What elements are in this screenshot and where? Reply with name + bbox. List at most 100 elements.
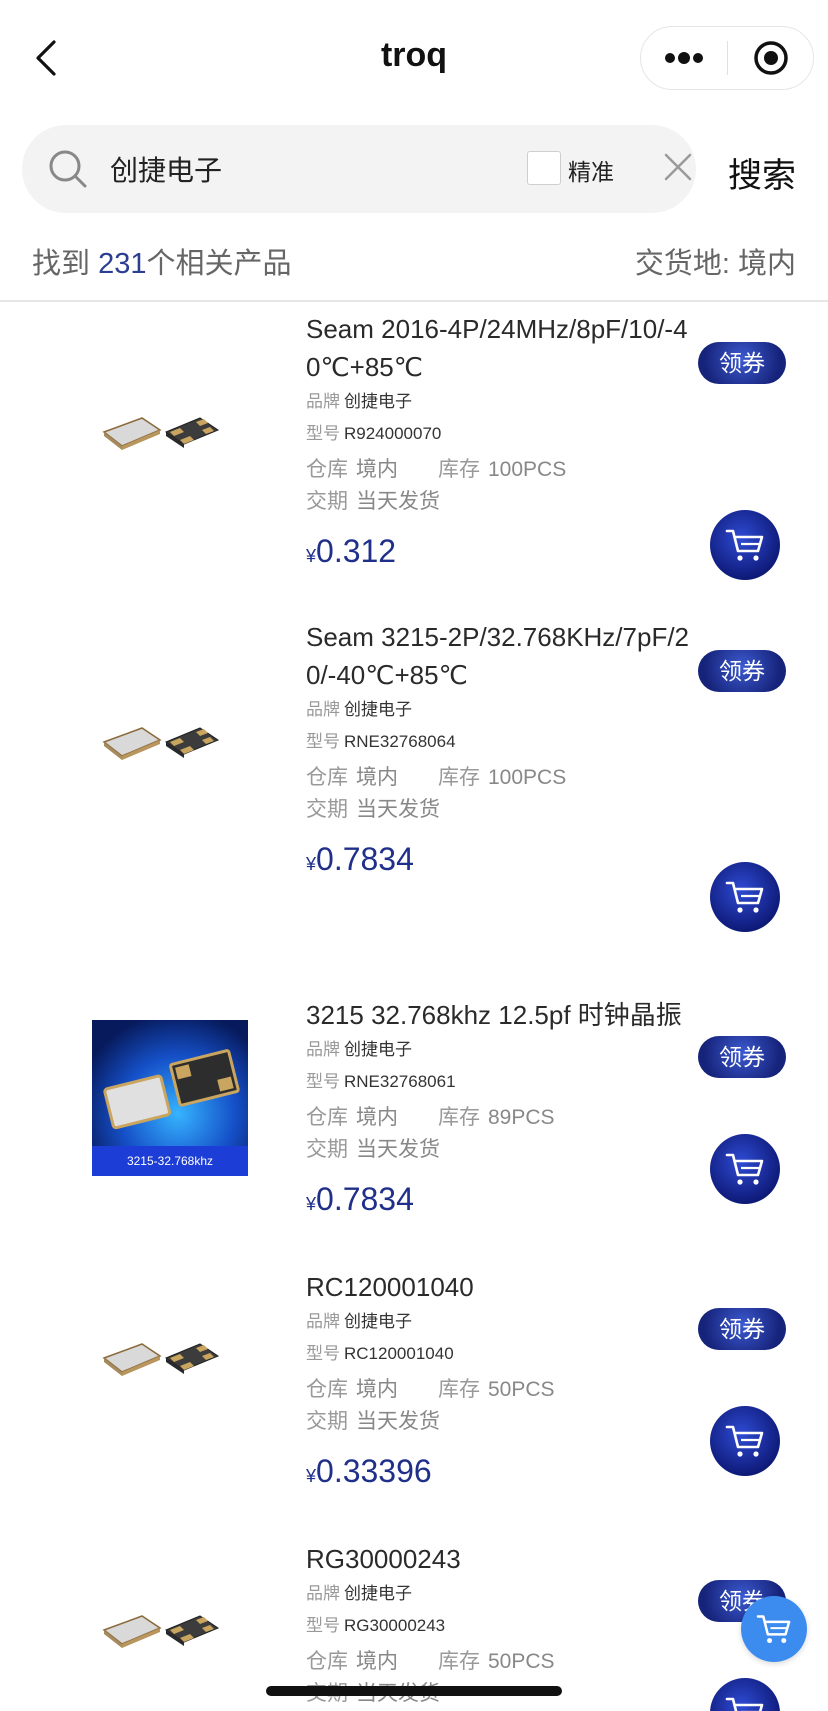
currency-symbol: ¥: [306, 546, 317, 566]
model-label: 型号: [306, 1616, 340, 1635]
product-info: RC120001040 品牌 创捷电子 型号 RC120001040 仓库 境内 库存 5…: [306, 1268, 706, 1501]
stock-label: 库存: [438, 458, 480, 481]
price-value: 0.7834: [316, 1181, 414, 1217]
stock-label: 库存: [438, 1650, 480, 1673]
brand-value: 创捷电子: [344, 700, 412, 719]
search-button[interactable]: 搜索: [728, 148, 796, 197]
price-value: 0.312: [316, 533, 397, 569]
product-price: ¥0.33396: [306, 1446, 706, 1501]
currency-symbol: ¥: [306, 1466, 317, 1486]
product-banner-image: 3215-32.768khz: [92, 1020, 248, 1176]
model-value: RC120001040: [344, 1344, 454, 1363]
stock-value: 50PCS: [488, 1650, 555, 1673]
lead-time-value: 当天发货: [356, 490, 440, 513]
cart-icon: [725, 529, 764, 561]
results-summary-bar: 找到 231个相关产品 交货地: 境内: [0, 232, 828, 302]
stock-value: 100PCS: [488, 766, 567, 789]
results-number: 231: [98, 248, 147, 280]
delivery-label: 交货地:: [634, 248, 730, 280]
crystal-oscillator-image: [102, 1343, 220, 1376]
product-brand: 品牌 创捷电子: [306, 1578, 706, 1610]
cart-icon: [725, 881, 764, 913]
close-mini-program-button[interactable]: [728, 27, 814, 89]
lead-time-row: 交期当天发货: [306, 1134, 706, 1166]
delivery-value: 境内: [737, 248, 796, 280]
search-bar: 精准: [22, 125, 696, 213]
crystal-oscillator-image: [102, 727, 220, 760]
product-name[interactable]: RG30000243: [306, 1540, 706, 1578]
product-name[interactable]: RC120001040: [306, 1268, 706, 1306]
brand-value: 创捷电子: [344, 1040, 412, 1059]
price-value: 0.33396: [316, 1453, 432, 1489]
crystal-oscillator-image: [102, 1615, 220, 1648]
warehouse-stock-row: 仓库 境内 库存 50PCS: [306, 1374, 706, 1406]
lead-time-row: 交期当天发货: [306, 486, 706, 518]
warehouse-value: 境内: [356, 766, 398, 789]
exact-match-label: 精准: [568, 159, 614, 185]
mini-program-capsule: [640, 26, 814, 90]
model-value: RNE32768061: [344, 1072, 456, 1091]
lead-time-label: 交期: [306, 1410, 348, 1433]
more-button[interactable]: [641, 27, 727, 89]
product-name[interactable]: Seam 2016-4P/24MHz/8pF/10/-40℃+85℃: [306, 310, 706, 386]
coupon-button[interactable]: 领券: [698, 342, 786, 384]
warehouse-value: 境内: [356, 1106, 398, 1129]
image-caption: 3215-32.768khz: [92, 1146, 248, 1176]
currency-symbol: ¥: [306, 854, 317, 874]
product-name[interactable]: Seam 3215-2P/32.768KHz/7pF/20/-40℃+85℃: [306, 618, 706, 694]
warehouse-stock-row: 仓库 境内 库存 100PCS: [306, 454, 706, 486]
search-icon: [49, 150, 87, 188]
add-to-cart-button[interactable]: [710, 1134, 780, 1204]
warehouse-value: 境内: [356, 1378, 398, 1401]
add-to-cart-button[interactable]: [710, 510, 780, 580]
product-model: 型号 RC120001040: [306, 1338, 706, 1370]
warehouse-label: 仓库: [306, 1378, 348, 1401]
floating-cart-button[interactable]: [741, 1596, 807, 1662]
stock-value: 100PCS: [488, 458, 567, 481]
coupon-button[interactable]: 领券: [698, 650, 786, 692]
model-label: 型号: [306, 1344, 340, 1363]
lead-time-row: 交期当天发货: [306, 1406, 706, 1438]
cart-icon: [725, 1697, 764, 1711]
home-indicator[interactable]: [266, 1686, 562, 1696]
lead-time-label: 交期: [306, 490, 348, 513]
product-info: Seam 3215-2P/32.768KHz/7pF/20/-40℃+85℃ 品…: [306, 618, 706, 889]
product-model: 型号 RG30000243: [306, 1610, 706, 1642]
product-name[interactable]: 3215 32.768khz 12.5pf 时钟晶振: [306, 996, 706, 1034]
stock-label: 库存: [438, 766, 480, 789]
warehouse-stock-row: 仓库 境内 库存 89PCS: [306, 1102, 706, 1134]
warehouse-label: 仓库: [306, 1106, 348, 1129]
brand-value: 创捷电子: [344, 1584, 412, 1603]
coupon-button[interactable]: 领券: [698, 1036, 786, 1078]
add-to-cart-button[interactable]: [710, 1406, 780, 1476]
brand-label: 品牌: [306, 392, 340, 411]
search-input[interactable]: [110, 149, 410, 189]
results-suffix: 个相关产品: [146, 248, 292, 280]
product-brand: 品牌 创捷电子: [306, 1306, 706, 1338]
cart-icon: [725, 1153, 764, 1185]
target-close-icon: [754, 41, 788, 75]
exact-match-checkbox[interactable]: [527, 151, 561, 185]
product-model: 型号 R924000070: [306, 418, 706, 450]
stock-value: 89PCS: [488, 1106, 555, 1129]
crystal-oscillator-image: [102, 417, 220, 450]
cart-icon: [725, 1425, 764, 1457]
coupon-button[interactable]: 领券: [698, 1308, 786, 1350]
stock-label: 库存: [438, 1378, 480, 1401]
results-prefix: 找到: [32, 248, 99, 280]
stock-value: 50PCS: [488, 1378, 555, 1401]
product-price: ¥0.312: [306, 526, 706, 581]
add-to-cart-button[interactable]: [710, 1678, 780, 1711]
cart-icon: [756, 1615, 791, 1644]
clear-icon[interactable]: [658, 145, 698, 189]
model-label: 型号: [306, 424, 340, 443]
add-to-cart-button[interactable]: [710, 862, 780, 932]
warehouse-value: 境内: [356, 458, 398, 481]
lead-time-value: 当天发货: [356, 1410, 440, 1433]
product-info: RG30000243 品牌 创捷电子 型号 RG30000243 仓库 境内 库存 50P…: [306, 1540, 706, 1710]
delivery-location-filter[interactable]: 交货地: 境内: [635, 240, 796, 282]
warehouse-label: 仓库: [306, 1650, 348, 1673]
product-brand: 品牌 创捷电子: [306, 1034, 706, 1066]
price-value: 0.7834: [316, 841, 414, 877]
lead-time-label: 交期: [306, 798, 348, 821]
